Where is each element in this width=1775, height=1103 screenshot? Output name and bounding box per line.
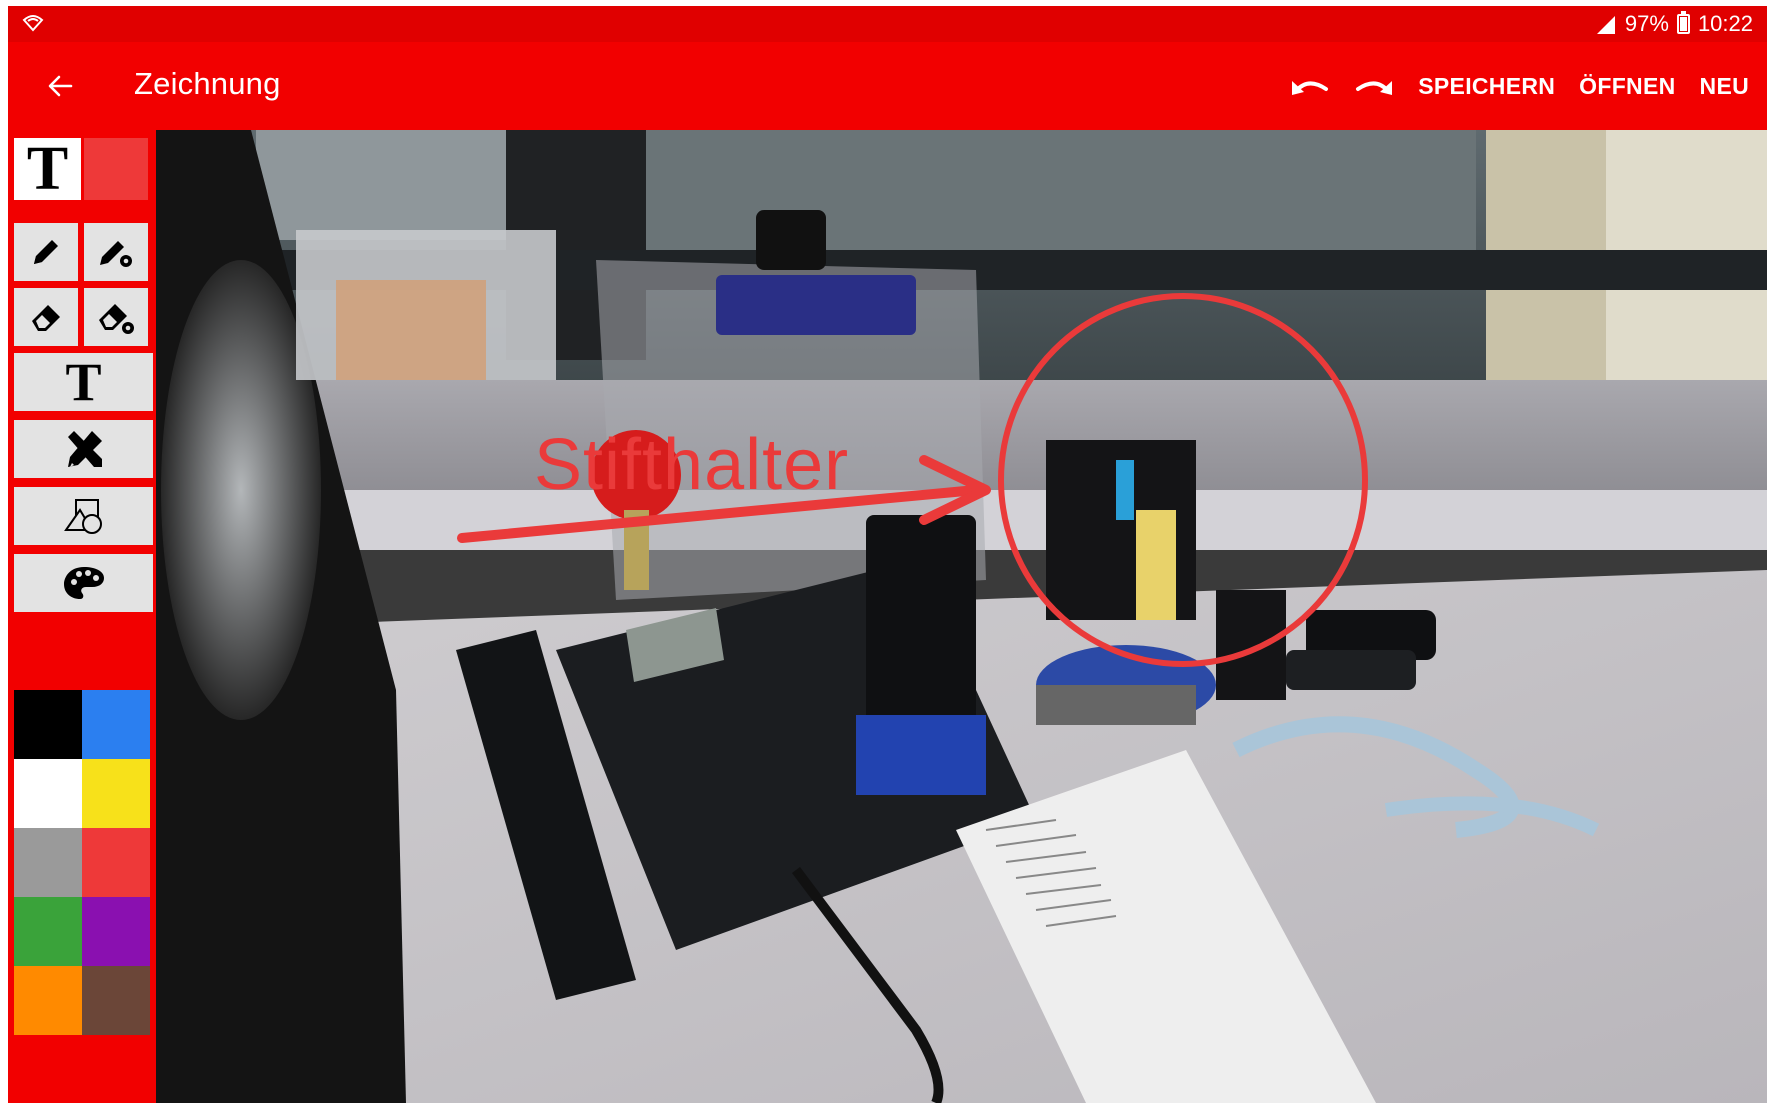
shapes-icon [63,499,102,534]
color-swatch[interactable] [14,690,82,759]
status-bar: 97% 10:22 [8,6,1767,42]
text-tool-button[interactable]: T [14,352,153,412]
pencil-settings-button[interactable] [84,223,148,281]
drawing-tools-button[interactable] [14,420,153,478]
color-palette [14,690,150,1035]
color-swatch[interactable] [14,759,82,828]
color-swatch[interactable] [14,966,82,1035]
status-indicators: 97% 10:22 [1595,10,1753,38]
pencil-settings-icon [100,241,132,267]
eraser-settings-button[interactable] [84,288,148,346]
drawing-app: 97% 10:22 Zeichnung SPEICHERN ÖFFNEN NEU… [8,6,1767,1103]
battery-icon [1676,11,1690,34]
color-swatch[interactable] [14,897,82,966]
color-swatch[interactable] [82,690,150,759]
redo-button[interactable] [1342,62,1406,110]
background-photo [156,130,1767,1103]
text-tool-icon: T [65,352,102,412]
color-swatch[interactable] [14,828,82,897]
battery-percent: 97% [1624,11,1669,36]
page-title: Zeichnung [134,66,281,101]
annotation-text: Stifthalter [534,425,850,505]
color-swatch[interactable] [82,759,150,828]
wifi-signal-icon [22,15,44,32]
color-picker-button[interactable] [14,554,153,612]
eraser-button[interactable] [14,288,78,346]
tool-sidebar: T T [8,130,156,1103]
new-button[interactable]: NEU [1688,62,1761,110]
undo-icon [1292,81,1329,95]
palette-icon [63,567,104,599]
drawing-canvas[interactable]: Stifthalter [156,130,1767,1103]
arrow-back-icon [48,75,73,97]
save-button[interactable]: SPEICHERN [1406,62,1567,110]
pencil-icon [34,240,58,264]
current-tool-indicator: T [14,138,81,200]
pencil-button[interactable] [14,223,78,281]
eraser-settings-icon [99,304,134,334]
cell-signal-icon [1596,16,1615,34]
color-swatch[interactable] [82,966,150,1035]
back-button[interactable] [38,64,82,108]
open-button[interactable]: ÖFFNEN [1567,62,1687,110]
current-color-indicator [84,138,148,200]
color-swatch[interactable] [82,828,150,897]
color-swatch[interactable] [82,897,150,966]
redo-icon [1356,81,1393,95]
shapes-button[interactable] [14,487,153,545]
drawing-tools-icon [67,431,102,467]
undo-button[interactable] [1278,62,1342,110]
eraser-icon [32,305,60,331]
action-buttons: SPEICHERN ÖFFNEN NEU [1278,62,1761,110]
clock: 10:22 [1697,11,1753,36]
action-bar: Zeichnung SPEICHERN ÖFFNEN NEU [8,42,1767,130]
